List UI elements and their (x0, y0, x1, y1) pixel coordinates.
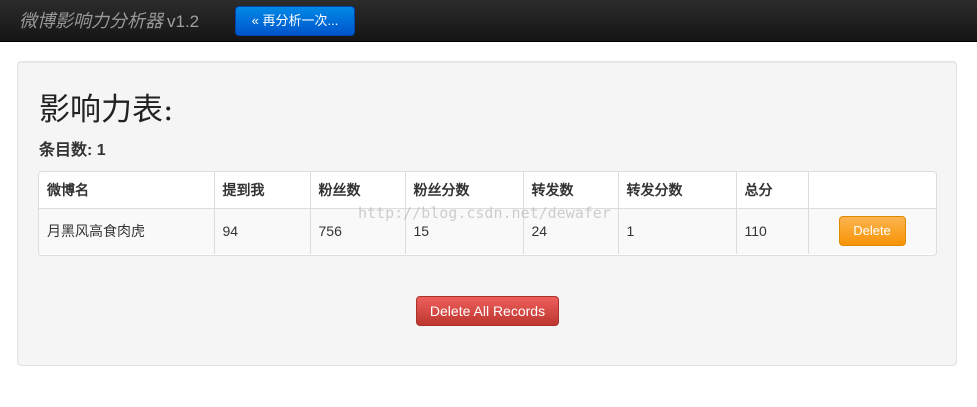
table-header-row: 微博名 提到我 粉丝数 粉丝分数 转发数 转发分数 总分 (39, 172, 936, 209)
cell-followers: 756 (309, 208, 405, 254)
navbar: 微博影响力分析器 v1.2 « 再分析一次... (0, 0, 977, 42)
cell-total-score: 110 (735, 208, 808, 254)
column-header-follower-score: 粉丝分数 (404, 172, 523, 209)
column-header-mentions: 提到我 (213, 172, 310, 209)
column-header-total-score: 总分 (735, 172, 808, 209)
column-header-repost-score: 转发分数 (617, 172, 736, 209)
column-header-actions (807, 172, 936, 209)
brand-version: v1.2 (167, 12, 200, 31)
delete-all-records-button[interactable]: Delete All Records (416, 296, 559, 326)
cell-weibo-name: 月黑风高食肉虎 (39, 208, 214, 254)
delete-button[interactable]: Delete (838, 216, 906, 247)
records-table-container: 微博名 提到我 粉丝数 粉丝分数 转发数 转发分数 总分 月黑风高食肉虎 94 … (38, 171, 937, 256)
content-panel: 影响力表: 条目数: 1 微博名 提到我 粉丝数 粉丝分数 转发数 转发分数 总… (17, 61, 957, 366)
record-count-label: 条目数: (39, 142, 93, 159)
record-count: 条目数: 1 (39, 141, 106, 161)
cell-reposts: 24 (522, 208, 618, 254)
record-count-value: 1 (96, 142, 106, 159)
cell-repost-score: 1 (617, 208, 736, 254)
cell-follower-score: 15 (404, 208, 523, 254)
page-title: 影响力表: (39, 92, 174, 128)
records-table: 微博名 提到我 粉丝数 粉丝分数 转发数 转发分数 总分 月黑风高食肉虎 94 … (39, 172, 936, 254)
column-header-weibo-name: 微博名 (39, 172, 214, 209)
column-header-followers: 粉丝数 (309, 172, 405, 209)
cell-mentions: 94 (213, 208, 310, 254)
table-row: 月黑风高食肉虎 94 756 15 24 1 110 Delete (39, 208, 936, 254)
brand[interactable]: 微博影响力分析器 v1.2 (19, 9, 199, 34)
brand-name: 微博影响力分析器 (19, 11, 163, 31)
column-header-reposts: 转发数 (522, 172, 618, 209)
reanalyze-button[interactable]: « 再分析一次... (235, 6, 355, 36)
cell-actions: Delete (807, 208, 936, 254)
